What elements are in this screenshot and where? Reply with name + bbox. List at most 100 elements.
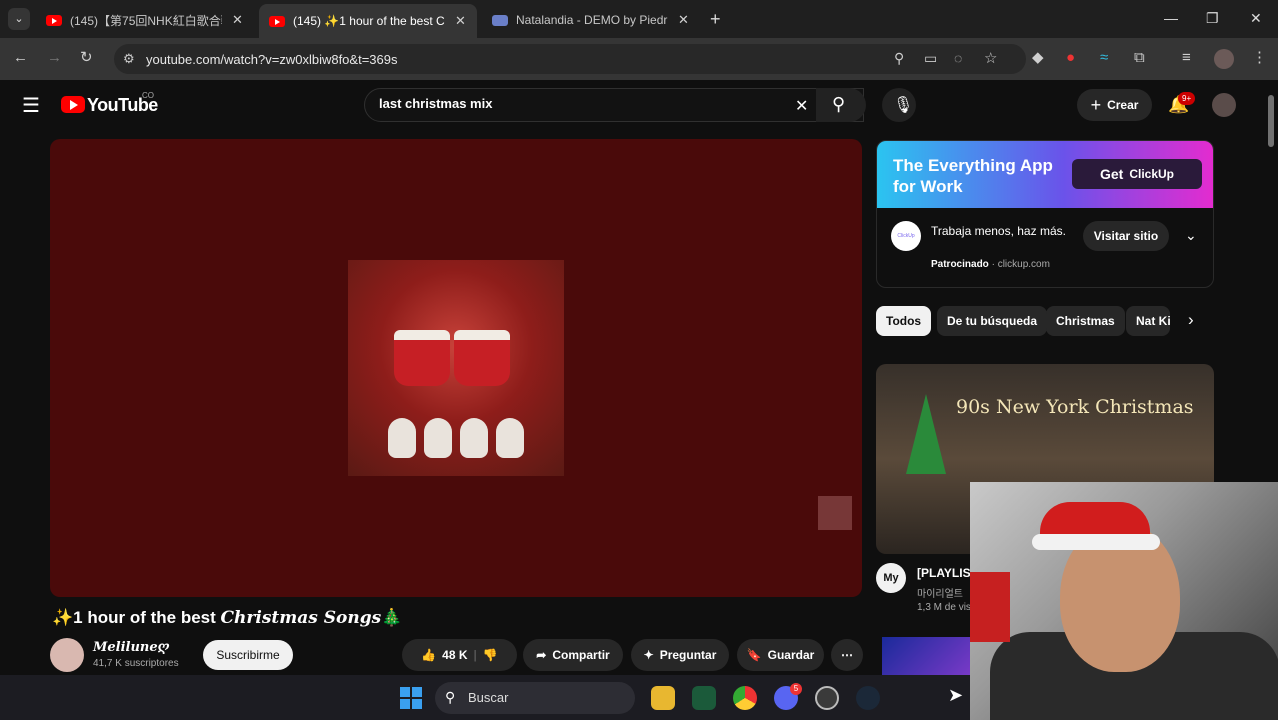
browser-tab-strip: ⌄ (145)【第75回NHK紅白歌合戦 ... ✕ (145) ✨1 hour…: [0, 0, 1278, 38]
close-icon[interactable]: ✕: [678, 12, 689, 28]
recommended-thumbnail-2[interactable]: [882, 637, 972, 675]
recommended-title[interactable]: [PLAYLIST: [917, 566, 978, 580]
ad-sponsor-line: Patrocinado · clickup.com: [931, 259, 1050, 270]
windows-start-icon[interactable]: [400, 687, 422, 709]
youtube-logo-icon[interactable]: [61, 96, 85, 113]
restore-icon[interactable]: ❐: [1206, 10, 1219, 27]
back-icon[interactable]: ←: [13, 50, 28, 66]
steam-icon[interactable]: [856, 686, 880, 710]
ad-get-clickup-button[interactable]: Get ClickUp: [1072, 159, 1202, 189]
bookmark-icon: 🔖: [746, 648, 762, 662]
video-player[interactable]: [50, 139, 862, 597]
ad-get-label: Get: [1099, 166, 1124, 182]
create-button[interactable]: + Crear: [1077, 89, 1152, 121]
tab-nhk[interactable]: (145)【第75回NHK紅白歌合戦 ... ✕: [36, 6, 254, 34]
new-tab-icon[interactable]: +: [710, 9, 721, 30]
chip-nat-king[interactable]: Nat Ki: [1126, 306, 1170, 336]
share-icon: ➦: [536, 648, 547, 662]
ad-headline: Trabaja menos, haz más.: [931, 224, 1066, 238]
thumbs-up-icon[interactable]: 👍: [421, 648, 436, 662]
visit-site-button[interactable]: Visitar sitio: [1083, 221, 1169, 251]
browser-toolbar: ← → ↻ ⚙ youtube.com/watch?v=zw0xlbiw8fo&…: [0, 38, 1278, 80]
chip-from-search[interactable]: De tu búsqueda: [937, 306, 1048, 336]
ask-button[interactable]: ✦ Preguntar: [631, 639, 729, 671]
share-button[interactable]: ➦ Compartir: [523, 639, 623, 671]
like-count[interactable]: 48 K: [442, 648, 467, 662]
ad-banner-line1: The Everything App: [893, 156, 1053, 175]
bookmark-star-icon[interactable]: ☆: [984, 49, 997, 67]
chevron-down-icon[interactable]: ⌄: [1185, 227, 1197, 244]
mug-left: [394, 330, 450, 386]
sock: [388, 418, 416, 458]
media-controls-icon[interactable]: ≡: [1182, 50, 1191, 66]
reload-icon[interactable]: ↻: [80, 50, 93, 66]
channel-watermark[interactable]: [818, 496, 852, 530]
more-menu-icon[interactable]: ⋮: [1252, 50, 1267, 66]
zoom-icon[interactable]: ⚲: [894, 50, 904, 67]
site-settings-icon[interactable]: ⚙: [123, 51, 135, 67]
tree-graphic: [906, 394, 946, 474]
region-code: CO: [142, 91, 154, 100]
account-avatar[interactable]: [1212, 93, 1236, 117]
page-scrollbar[interactable]: [1268, 95, 1274, 147]
sock: [460, 418, 488, 458]
league-client-icon[interactable]: [692, 686, 716, 710]
tree-emoji: 🎄: [381, 608, 403, 627]
recommended-channel[interactable]: 마이리얼트: [917, 585, 963, 600]
channel-avatar[interactable]: [50, 638, 84, 672]
tab-title: Natalandia - DEMO by Piedrita...: [516, 13, 668, 27]
more-actions-button[interactable]: ⋯: [831, 639, 863, 671]
cast-icon[interactable]: ▭: [924, 50, 937, 67]
file-explorer-icon[interactable]: [651, 686, 675, 710]
chip-christmas[interactable]: Christmas: [1046, 306, 1125, 336]
channel-avatar[interactable]: My: [876, 563, 906, 593]
url-text: youtube.com/watch?v=zw0xlbiw8fo&t=369s: [146, 52, 398, 67]
channel-name[interactable]: Meliluneღ: [93, 640, 170, 655]
save-button[interactable]: 🔖 Guardar: [737, 639, 824, 671]
santa-hat-brim: [1032, 534, 1160, 550]
youtube-header: ☰ YouTube CO ✕ ⚲ 🎙 + Crear 🔔 9+: [0, 80, 1278, 130]
subscribe-button[interactable]: Suscribirme: [203, 640, 293, 670]
hamburger-menu-icon[interactable]: ☰: [22, 93, 40, 118]
notification-badge: 9+: [1178, 92, 1196, 105]
clickup-logo-icon: ClickUp: [891, 221, 921, 251]
search-input[interactable]: [379, 96, 789, 111]
obs-icon[interactable]: [815, 686, 839, 710]
share-label: Compartir: [552, 648, 610, 662]
tab-title: (145)【第75回NHK紅白歌合戦 ...: [70, 13, 222, 28]
window-close-icon[interactable]: ✕: [1250, 10, 1262, 27]
taskbar-search[interactable]: ⚲ Buscar: [435, 682, 635, 714]
chip-all[interactable]: Todos: [876, 306, 932, 336]
tab-natalandia[interactable]: Natalandia - DEMO by Piedrita... ✕: [482, 6, 700, 34]
minimize-icon[interactable]: —: [1164, 10, 1178, 26]
tab-search-icon[interactable]: ⌄: [8, 8, 30, 30]
puzzle-icon[interactable]: ⧉: [1134, 50, 1145, 66]
chrome-icon[interactable]: [733, 686, 757, 710]
extension-record-icon[interactable]: ●: [1066, 50, 1075, 66]
close-icon[interactable]: ✕: [455, 13, 466, 29]
tab-christmas-video[interactable]: (145) ✨1 hour of the best Christmas ... …: [259, 4, 477, 38]
recommended-views: 1,3 M de vis: [917, 602, 971, 613]
sparkle-icon: ✦: [643, 648, 654, 662]
search-button[interactable]: ⚲: [816, 88, 866, 122]
address-bar[interactable]: ⚙ youtube.com/watch?v=zw0xlbiw8fo&t=369s…: [114, 44, 1026, 74]
extension-icon[interactable]: ◆: [1032, 50, 1044, 66]
close-icon[interactable]: ✕: [232, 12, 243, 28]
profile-avatar[interactable]: [1214, 49, 1234, 69]
thumbs-down-icon[interactable]: 👎: [483, 648, 498, 662]
eye-off-icon[interactable]: ◌: [954, 50, 962, 66]
search-icon: ⚲: [832, 94, 846, 114]
ad-banner[interactable]: The Everything App for Work Get ClickUp: [877, 141, 1213, 208]
chevron-right-icon[interactable]: ›: [1188, 310, 1194, 330]
voice-search-button[interactable]: 🎙: [882, 88, 916, 122]
tab-favicon-icon: [492, 14, 508, 26]
forward-icon[interactable]: →: [47, 50, 62, 66]
clear-search-icon[interactable]: ✕: [795, 96, 808, 116]
search-box[interactable]: ✕: [364, 88, 864, 122]
discord-badge: 5: [790, 683, 802, 695]
video-title: ✨1 hour of the best Christmas Songs🎄: [52, 608, 402, 628]
youtube-icon: [269, 15, 285, 27]
sponsored-ad-card[interactable]: The Everything App for Work Get ClickUp …: [876, 140, 1214, 288]
extension-translate-icon[interactable]: ≈: [1100, 50, 1108, 66]
red-object: [970, 572, 1010, 642]
